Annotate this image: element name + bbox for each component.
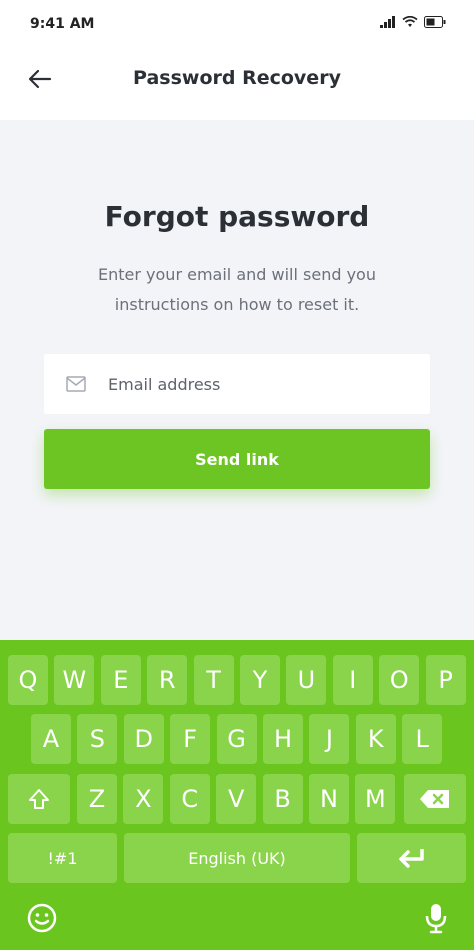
enter-key[interactable] bbox=[357, 833, 466, 883]
email-input[interactable] bbox=[108, 354, 408, 414]
envelope-icon bbox=[66, 376, 86, 392]
backspace-icon bbox=[420, 790, 449, 808]
key-t[interactable]: T bbox=[193, 655, 234, 705]
key-f[interactable]: F bbox=[170, 714, 211, 764]
key-s[interactable]: S bbox=[77, 714, 118, 764]
page-title: Password Recovery bbox=[133, 67, 341, 89]
emoji-button[interactable] bbox=[26, 902, 58, 934]
enter-icon bbox=[398, 849, 424, 868]
key-n[interactable]: N bbox=[309, 774, 349, 824]
key-h[interactable]: H bbox=[263, 714, 303, 764]
status-time: 9:41 AM bbox=[30, 16, 95, 32]
main-content: Forgot password Enter your email and wil… bbox=[0, 120, 474, 640]
key-r[interactable]: R bbox=[147, 655, 188, 705]
key-b[interactable]: B bbox=[262, 774, 303, 824]
keyboard: QWERTYUIOP ASDFGHJKL ZXCVBNM !#1 English… bbox=[0, 640, 474, 950]
key-v[interactable]: V bbox=[216, 774, 257, 824]
backspace-key[interactable] bbox=[404, 774, 466, 824]
microphone-icon bbox=[425, 904, 447, 934]
smiley-icon bbox=[27, 903, 57, 933]
space-key[interactable]: English (UK) bbox=[124, 833, 350, 883]
description: Enter your email and will send you instr… bbox=[98, 265, 376, 314]
shift-icon bbox=[29, 789, 49, 809]
key-y[interactable]: Y bbox=[240, 655, 280, 705]
signal-icon bbox=[380, 16, 395, 28]
key-k[interactable]: K bbox=[355, 714, 396, 764]
key-j[interactable]: J bbox=[309, 714, 350, 764]
key-g[interactable]: G bbox=[216, 714, 257, 764]
key-l[interactable]: L bbox=[402, 714, 443, 764]
key-x[interactable]: X bbox=[123, 774, 164, 824]
wifi-icon bbox=[402, 16, 418, 27]
key-c[interactable]: C bbox=[169, 774, 210, 824]
key-e[interactable]: E bbox=[100, 655, 141, 705]
status-bar: 9:41 AM bbox=[0, 0, 474, 50]
key-o[interactable]: O bbox=[379, 655, 420, 705]
status-icons bbox=[380, 16, 446, 28]
key-i[interactable]: I bbox=[332, 655, 373, 705]
key-p[interactable]: P bbox=[425, 655, 466, 705]
email-field[interactable] bbox=[44, 354, 430, 414]
heading: Forgot password bbox=[104, 200, 370, 233]
key-m[interactable]: M bbox=[355, 774, 396, 824]
send-link-button[interactable]: Send link bbox=[44, 429, 430, 489]
key-u[interactable]: U bbox=[286, 655, 327, 705]
key-z[interactable]: Z bbox=[77, 774, 117, 824]
key-w[interactable]: W bbox=[54, 655, 95, 705]
key-q[interactable]: Q bbox=[8, 655, 48, 705]
key-d[interactable]: D bbox=[123, 714, 164, 764]
symbols-key[interactable]: !#1 bbox=[8, 833, 117, 883]
nav-bar: Password Recovery bbox=[0, 50, 474, 120]
shift-key[interactable] bbox=[8, 774, 70, 824]
voice-input-button[interactable] bbox=[420, 902, 452, 934]
battery-icon bbox=[424, 16, 446, 28]
key-a[interactable]: A bbox=[31, 714, 71, 764]
